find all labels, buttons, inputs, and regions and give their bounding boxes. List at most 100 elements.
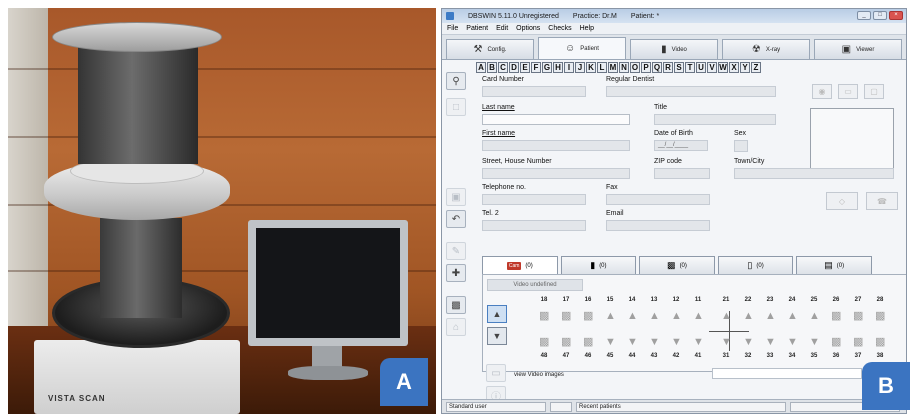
fax-field[interactable] bbox=[606, 194, 710, 205]
save-button[interactable]: ▣ bbox=[446, 188, 466, 206]
letter-z[interactable]: Z bbox=[751, 62, 761, 73]
tel2-field[interactable] bbox=[482, 220, 586, 231]
sex-field[interactable] bbox=[734, 140, 748, 152]
media-tab-phone[interactable]: ▮ (0) bbox=[560, 256, 637, 274]
menu-help[interactable]: Help bbox=[580, 25, 594, 32]
lower-tooth-icon[interactable]: ▼ bbox=[605, 335, 616, 349]
letter-v[interactable]: V bbox=[707, 62, 717, 73]
upper-tooth-icon[interactable]: ▩ bbox=[539, 309, 549, 323]
lower-tooth-icon[interactable]: ▼ bbox=[649, 335, 660, 349]
tab-patient[interactable]: ☺ Patient bbox=[538, 37, 626, 59]
last-name-field[interactable] bbox=[482, 114, 630, 125]
menu-checks[interactable]: Checks bbox=[548, 25, 571, 32]
letter-k[interactable]: K bbox=[586, 62, 596, 73]
undo-button[interactable]: ↶ bbox=[446, 210, 466, 228]
upper-tooth-icon[interactable]: ▩ bbox=[583, 309, 593, 323]
letter-c[interactable]: C bbox=[498, 62, 508, 73]
letter-m[interactable]: M bbox=[608, 62, 618, 73]
letter-p[interactable]: P bbox=[641, 62, 651, 73]
media-tab-document[interactable]: ▯ (0) bbox=[717, 256, 794, 274]
upper-tooth-icon[interactable]: ▲ bbox=[671, 309, 682, 323]
upper-tooth-icon[interactable]: ▲ bbox=[721, 309, 732, 323]
pen-button[interactable]: ✎ bbox=[446, 242, 466, 260]
upper-tooth-icon[interactable]: ▲ bbox=[605, 309, 616, 323]
lower-tooth-icon[interactable]: ▼ bbox=[671, 335, 682, 349]
letter-r[interactable]: R bbox=[663, 62, 673, 73]
video-images-button[interactable]: ▭ bbox=[486, 364, 506, 382]
letter-e[interactable]: E bbox=[520, 62, 530, 73]
regular-dentist-field[interactable] bbox=[606, 86, 776, 97]
tab-config[interactable]: ⚒ Config. bbox=[446, 39, 534, 59]
upper-tooth-icon[interactable]: ▲ bbox=[765, 309, 776, 323]
letter-t[interactable]: T bbox=[685, 62, 695, 73]
phone-button[interactable]: ☎ bbox=[866, 192, 898, 210]
date-of-birth-field[interactable]: __/__/____ bbox=[654, 140, 708, 151]
lower-tooth-icon[interactable]: ▩ bbox=[831, 335, 841, 349]
telephone-field[interactable] bbox=[482, 194, 586, 205]
upper-tooth-icon[interactable]: ▩ bbox=[831, 309, 841, 323]
lower-tooth-icon[interactable]: ▼ bbox=[765, 335, 776, 349]
lower-tooth-icon[interactable]: ▼ bbox=[787, 335, 798, 349]
upper-tooth-icon[interactable]: ▲ bbox=[693, 309, 704, 323]
letter-w[interactable]: W bbox=[718, 62, 728, 73]
letter-a[interactable]: A bbox=[476, 62, 486, 73]
letter-l[interactable]: L bbox=[597, 62, 607, 73]
minimize-button[interactable]: _ bbox=[857, 11, 871, 20]
upper-tooth-icon[interactable]: ▩ bbox=[853, 309, 863, 323]
upper-tooth-icon[interactable]: ▲ bbox=[627, 309, 638, 323]
card-number-field[interactable] bbox=[482, 86, 586, 97]
maximize-button[interactable]: □ bbox=[873, 11, 887, 20]
lower-tooth-icon[interactable]: ▼ bbox=[809, 335, 820, 349]
letter-h[interactable]: H bbox=[553, 62, 563, 73]
eraser-button[interactable]: ◇ bbox=[826, 192, 858, 210]
lower-jaw-button[interactable]: ▼ bbox=[487, 327, 507, 345]
first-name-field[interactable] bbox=[482, 140, 630, 151]
letter-d[interactable]: D bbox=[509, 62, 519, 73]
letter-o[interactable]: O bbox=[630, 62, 640, 73]
lower-tooth-icon[interactable]: ▼ bbox=[693, 335, 704, 349]
lower-tooth-icon[interactable]: ▩ bbox=[539, 335, 549, 349]
menu-file[interactable]: File bbox=[447, 25, 458, 32]
scanner-button[interactable]: ▩ bbox=[446, 296, 466, 314]
upper-tooth-icon[interactable]: ▩ bbox=[875, 309, 885, 323]
lower-tooth-icon[interactable]: ▩ bbox=[561, 335, 571, 349]
zip-field[interactable] bbox=[654, 168, 710, 179]
tab-viewer[interactable]: ▣ Viewer bbox=[814, 39, 902, 59]
search-patient-button[interactable]: ⚲ bbox=[446, 72, 466, 90]
clipboard-button[interactable]: □ bbox=[446, 98, 466, 116]
upper-tooth-icon[interactable]: ▲ bbox=[649, 309, 660, 323]
street-field[interactable] bbox=[482, 168, 630, 179]
letter-g[interactable]: G bbox=[542, 62, 552, 73]
email-field[interactable] bbox=[606, 220, 710, 231]
menu-patient[interactable]: Patient bbox=[466, 25, 488, 32]
trash-button[interactable]: ▢ bbox=[864, 84, 884, 99]
letter-x[interactable]: X bbox=[729, 62, 739, 73]
close-button[interactable]: × bbox=[889, 11, 903, 20]
upper-jaw-button[interactable]: ▲ bbox=[487, 305, 507, 323]
tab-video[interactable]: ▮ Video bbox=[630, 39, 718, 59]
letter-n[interactable]: N bbox=[619, 62, 629, 73]
camera-button[interactable]: ◉ bbox=[812, 84, 832, 99]
upper-tooth-icon[interactable]: ▲ bbox=[809, 309, 820, 323]
tab-xray[interactable]: ☢ X-ray bbox=[722, 39, 810, 59]
upper-tooth-icon[interactable]: ▩ bbox=[561, 309, 571, 323]
letter-s[interactable]: S bbox=[674, 62, 684, 73]
lower-tooth-icon[interactable]: ▩ bbox=[853, 335, 863, 349]
letter-y[interactable]: Y bbox=[740, 62, 750, 73]
menu-edit[interactable]: Edit bbox=[496, 25, 508, 32]
title-field[interactable] bbox=[654, 114, 776, 125]
letter-q[interactable]: Q bbox=[652, 62, 662, 73]
media-tab-camera[interactable]: Cam (0) bbox=[482, 256, 558, 274]
letter-i[interactable]: I bbox=[564, 62, 574, 73]
folder-button[interactable]: ▭ bbox=[838, 84, 858, 99]
letter-u[interactable]: U bbox=[696, 62, 706, 73]
upper-tooth-icon[interactable]: ▲ bbox=[743, 309, 754, 323]
lower-tooth-icon[interactable]: ▼ bbox=[743, 335, 754, 349]
lower-tooth-icon[interactable]: ▼ bbox=[627, 335, 638, 349]
letter-j[interactable]: J bbox=[575, 62, 585, 73]
status-recent-patients[interactable]: Recent patients bbox=[576, 402, 786, 412]
letter-f[interactable]: F bbox=[531, 62, 541, 73]
letter-b[interactable]: B bbox=[487, 62, 497, 73]
media-tab-device[interactable]: ▤ (0) bbox=[796, 256, 872, 274]
menu-options[interactable]: Options bbox=[516, 25, 540, 32]
